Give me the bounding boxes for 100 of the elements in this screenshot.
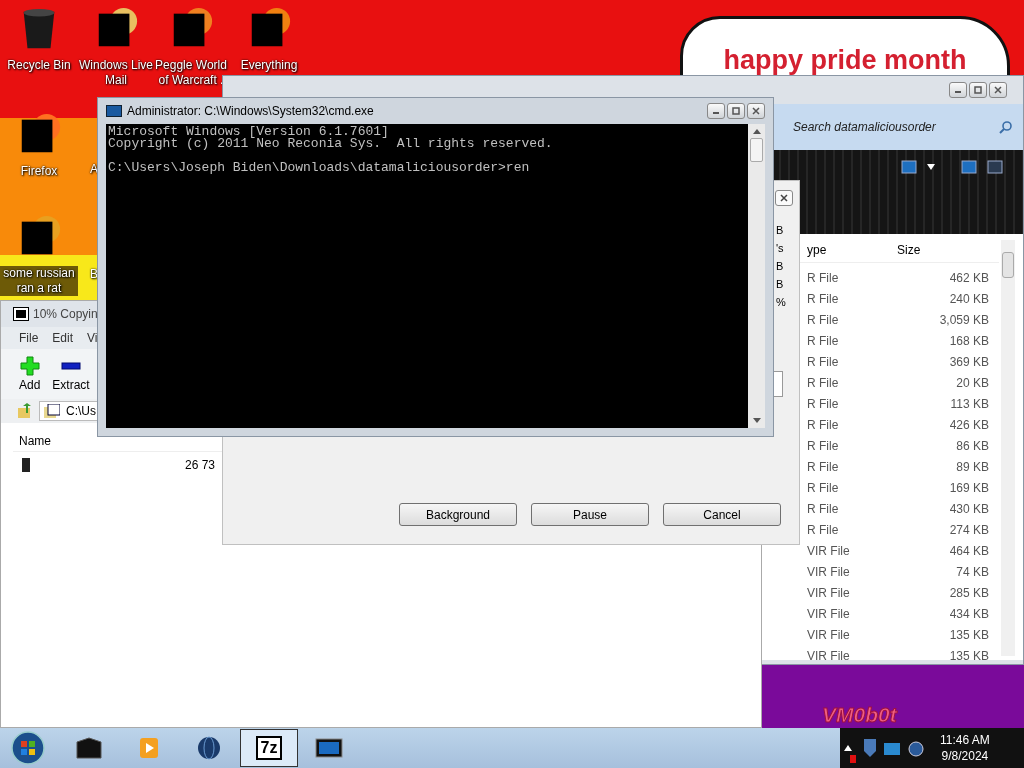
table-cell-text: R File <box>807 522 840 537</box>
table-cell-text: R File <box>807 480 840 495</box>
close-icon <box>779 193 789 203</box>
maximize-icon <box>973 85 983 95</box>
close-button[interactable] <box>989 82 1007 98</box>
scrollbar[interactable] <box>748 124 765 428</box>
desktop-icon-label[interactable]: Peggle World of Warcraft . <box>152 58 230 88</box>
table-cell-text: VIR File <box>807 585 851 600</box>
menu-item[interactable]: File <box>19 331 39 345</box>
table-cell-text: 20 KB <box>955 375 989 390</box>
file-icon <box>21 458 31 472</box>
scroll-down-icon[interactable] <box>752 418 761 424</box>
table-cell-text: R File <box>807 312 840 327</box>
table-cell-text: 135 KB <box>948 648 989 663</box>
table-cell-text: 369 KB <box>948 354 989 369</box>
table-cell-text: 430 KB <box>948 501 989 516</box>
window-title: 10% Copyin <box>33 307 98 321</box>
table-cell-text: 434 KB <box>948 606 989 621</box>
dialog-text: B <box>776 259 785 274</box>
table-cell-text: R File <box>807 396 840 411</box>
taskbar-button[interactable]: 7z <box>240 729 298 767</box>
scroll-up-icon[interactable] <box>752 128 761 134</box>
console-prompt[interactable]: C:\Users\Joseph Biden\Downloads\datamaliciousorder>ren <box>108 162 746 174</box>
table-cell-text: VIR File <box>807 648 851 663</box>
dialog-text: B <box>776 277 785 292</box>
table-cell-text: VIR File <box>807 627 851 642</box>
desktop-icon-label[interactable]: some russian ran a rat <box>0 266 78 296</box>
minimize-button[interactable] <box>949 82 967 98</box>
table-cell-text: VIR File <box>807 543 851 558</box>
table-cell-text: 464 KB <box>948 543 989 558</box>
table-cell-text: R File <box>807 501 840 516</box>
table-cell-text: 169 KB <box>948 480 989 495</box>
table-cell-text: 462 KB <box>948 270 989 285</box>
box-icon <box>74 736 104 760</box>
search-icon <box>999 120 1013 134</box>
column-header[interactable]: Name <box>13 434 51 448</box>
close-icon <box>993 85 1003 95</box>
toolbar-button[interactable]: Extract <box>50 356 92 392</box>
table-cell-text: R File <box>807 291 840 306</box>
table-cell-text: 426 KB <box>948 417 989 432</box>
plus-icon <box>19 356 40 376</box>
table-cell-text: 86 KB <box>955 438 989 453</box>
table-cell-text: VIR File <box>807 564 851 579</box>
table-cell: 26 73 <box>184 458 215 472</box>
window-title: Administrator: C:\Windows\System32\cmd.exe <box>127 104 375 118</box>
table-cell-text: R File <box>807 354 840 369</box>
close-button[interactable] <box>775 190 793 206</box>
table-cell-text: 89 KB <box>955 459 989 474</box>
desktop-icon-label[interactable]: Windows Live Mail <box>77 58 155 88</box>
scroll-thumb[interactable] <box>750 138 763 162</box>
maximize-button[interactable] <box>969 82 987 98</box>
caret-icon[interactable] <box>927 164 935 170</box>
table-cell-text: R File <box>807 270 840 285</box>
wallpaper-text: happy pride month <box>723 45 967 75</box>
console-line: Microsoft Windows [Version 6.1.7601] <box>108 126 390 138</box>
desktop-icon-label[interactable]: Recycle Bin <box>7 58 71 73</box>
table-cell-text: R File <box>807 417 840 432</box>
maximize-button[interactable] <box>727 103 745 119</box>
dialog-button[interactable]: Pause <box>531 503 649 526</box>
column-header[interactable]: ype <box>807 243 889 257</box>
close-icon <box>751 106 761 116</box>
console-line: Copyright (c) 2011 Neo Reconia Sys. All rights reserved. <box>108 138 554 150</box>
table-cell-text: R File <box>807 333 840 348</box>
table-cell-text: R File <box>807 459 840 474</box>
table-cell-text: 240 KB <box>948 291 989 306</box>
table-cell-text: 74 KB <box>955 564 989 579</box>
scrollbar[interactable] <box>1001 240 1015 656</box>
clock-time: 11:46 AM <box>940 732 990 748</box>
dialog-button[interactable]: Background <box>399 503 517 526</box>
table-cell-text: 135 KB <box>948 627 989 642</box>
dialog-button[interactable]: Cancel <box>663 503 781 526</box>
column-header[interactable]: Size <box>889 243 989 257</box>
table-cell-text: R File <box>807 438 840 453</box>
dialog-panel <box>773 371 783 397</box>
start-button[interactable] <box>10 730 46 766</box>
search-field[interactable]: Search datamaliciousorder <box>791 119 999 135</box>
console-icon <box>106 105 122 117</box>
minimize-button[interactable] <box>707 103 725 119</box>
dialog-text: 's <box>776 241 785 256</box>
table-cell-text: 168 KB <box>948 333 989 348</box>
table-cell-text: 3,059 KB <box>938 312 989 327</box>
clock[interactable]: 11:46 AM 9/8/2024 <box>940 732 990 764</box>
table-cell-text: 285 KB <box>948 585 989 600</box>
wallpaper-text: VM0b0t <box>822 704 897 726</box>
clock-date: 9/8/2024 <box>941 748 989 764</box>
maximize-icon <box>731 106 741 116</box>
archive-logo: 7z <box>255 736 283 760</box>
menu-item[interactable]: Vi <box>87 331 98 345</box>
archive-icon <box>13 307 29 321</box>
toolbar-button[interactable]: Add <box>17 356 43 392</box>
table-cell-text: R File <box>807 375 840 390</box>
close-button[interactable] <box>747 103 765 119</box>
table-cell-text: 274 KB <box>948 522 989 537</box>
menu-item[interactable]: Edit <box>52 331 74 345</box>
folder-up-icon[interactable] <box>17 403 33 419</box>
desktop-icon-label[interactable]: Everything <box>240 58 298 73</box>
archive-icon <box>44 404 60 418</box>
table-cell-text: 113 KB <box>949 396 989 411</box>
scroll-thumb[interactable] <box>1002 252 1014 278</box>
dialog-text: B <box>776 223 785 238</box>
